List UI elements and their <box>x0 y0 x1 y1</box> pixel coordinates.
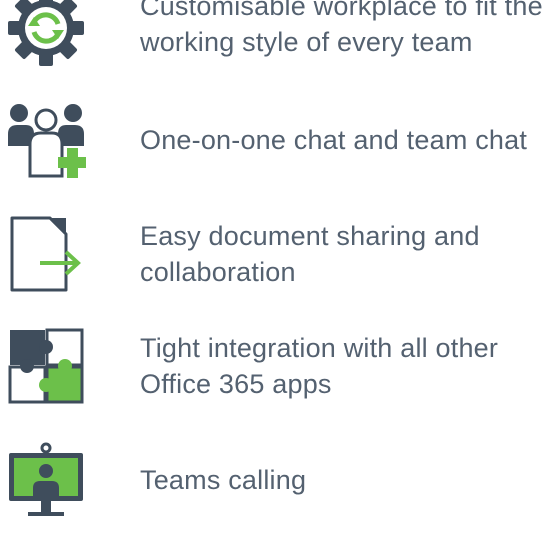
feature-text-line: working style of every team <box>140 27 473 57</box>
feature-text-line: Customisable workplace to fit the <box>140 0 543 21</box>
video-monitor-icon <box>6 440 86 520</box>
feature-text-line: One-on-one chat and team chat <box>140 125 528 155</box>
feature-text: Tight integration with all other Office … <box>140 330 547 402</box>
feature-text: Customisable workplace to fit the workin… <box>140 0 547 60</box>
feature-text: Teams calling <box>140 462 547 498</box>
gear-refresh-icon <box>6 0 86 68</box>
document-share-icon <box>6 214 86 294</box>
feature-text-line: collaboration <box>140 257 296 287</box>
feature-text-line: Tight integration with all other <box>140 333 499 363</box>
people-add-icon <box>6 100 87 180</box>
feature-text-line: Office 365 apps <box>140 369 332 399</box>
feature-text: One-on-one chat and team chat <box>140 122 547 158</box>
puzzle-icon <box>6 326 86 406</box>
feature-text: Easy document sharing and collaboration <box>140 218 547 290</box>
feature-text-line: Teams calling <box>140 465 307 495</box>
feature-text-line: Easy document sharing and <box>140 221 480 251</box>
